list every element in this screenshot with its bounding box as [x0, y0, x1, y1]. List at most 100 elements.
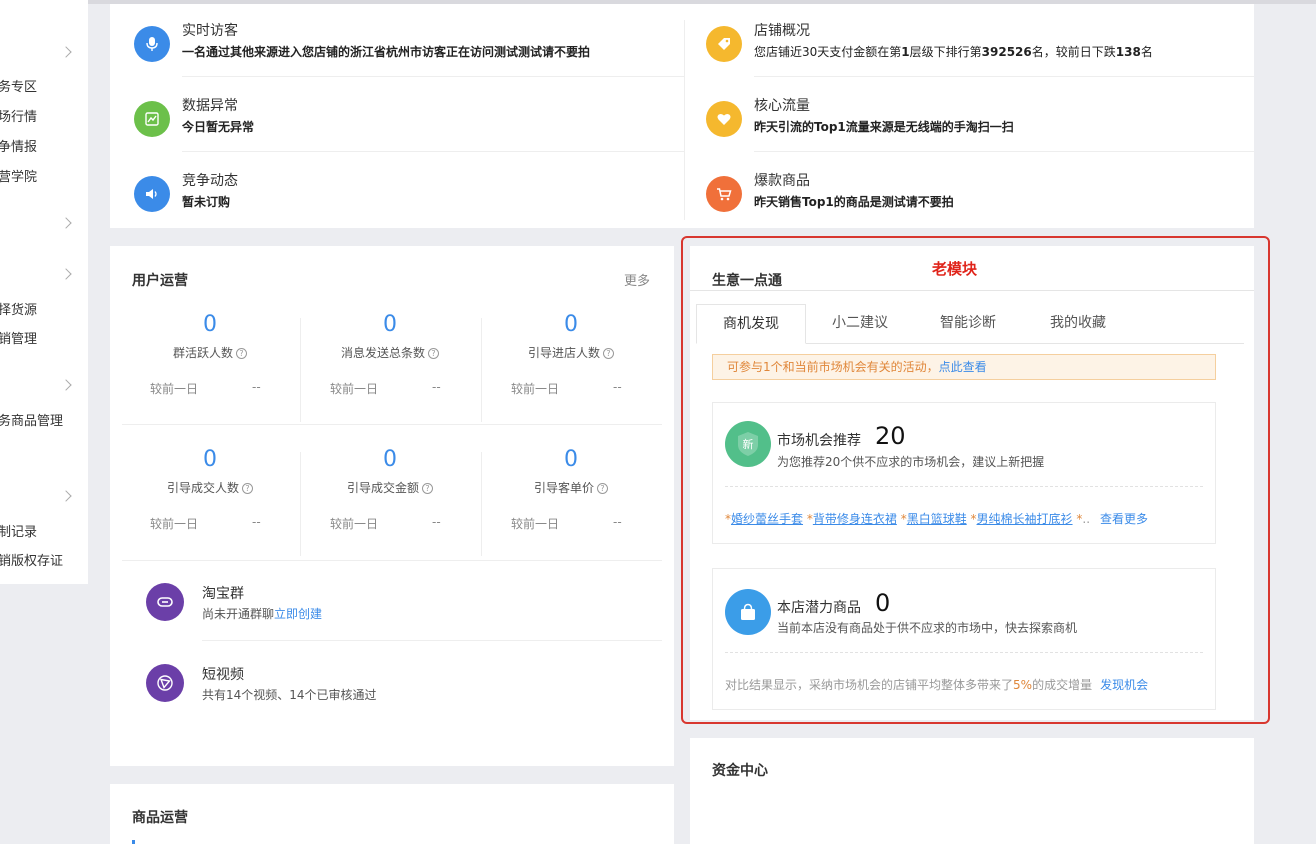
sidebar-item[interactable]: 场行情 — [0, 106, 37, 125]
notice-title: 爆款商品 — [754, 173, 810, 189]
notice-text-part: 您店铺近30天支付金额在第 — [754, 45, 902, 59]
notice-hot-product[interactable]: 爆款商品 昨天销售Top1的商品是测试请不要拍 — [706, 170, 1246, 242]
stat-label: 引导客单价? — [481, 479, 661, 496]
help-icon[interactable]: ? — [422, 483, 433, 494]
taobao-group[interactable]: 淘宝群 尚未开通群聊立即创建 — [146, 583, 646, 643]
chevron-right-icon[interactable] — [60, 46, 72, 58]
stat-guided-unit-price[interactable]: 0 引导客单价? 较前一日 -- — [481, 447, 661, 567]
short-video[interactable]: 短视频 共有14个视频、14个已审核通过 — [146, 664, 646, 724]
compare-label: 较前一日 — [511, 382, 560, 396]
compare-value: -- — [613, 380, 622, 394]
speaker-icon — [134, 176, 170, 212]
stat-label-text: 引导进店人数 — [527, 346, 600, 360]
stat-label: 引导成交人数? — [120, 479, 300, 496]
stat-messages-sent[interactable]: 0 消息发送总条数? 较前一日 -- — [300, 312, 480, 432]
sidebar-item[interactable]: 争情报 — [0, 136, 37, 155]
tag-icon — [706, 26, 742, 62]
feature-text-part: 尚未开通群聊 — [202, 607, 275, 621]
notice-data-anomaly[interactable]: 数据异常 今日暂无异常 — [134, 95, 674, 167]
stat-guided-buyers[interactable]: 0 引导成交人数? 较前一日 -- — [120, 447, 300, 567]
help-icon[interactable]: ? — [236, 348, 247, 359]
notice-text-bold: 1 — [901, 45, 910, 59]
compare-value: -- — [432, 515, 441, 529]
notice-realtime-visitor[interactable]: 实时访客 一名通过其他来源进入您店铺的浙江省杭州市访客正在访问测试测试请不要拍 — [134, 20, 674, 92]
notice-core-traffic[interactable]: 核心流量 昨天引流的Top1流量来源是无线端的手淘扫一扫 — [706, 95, 1246, 167]
help-icon[interactable]: ? — [603, 348, 614, 359]
stat-value: 0 — [564, 447, 578, 472]
chevron-right-icon[interactable] — [60, 490, 72, 502]
help-icon[interactable]: ? — [428, 348, 439, 359]
create-group-link[interactable]: 立即创建 — [274, 607, 322, 621]
stat-label-text: 群活跃人数 — [172, 346, 233, 360]
stat-label: 引导进店人数? — [481, 344, 661, 361]
stat-value: 0 — [383, 312, 397, 337]
chevron-right-icon[interactable] — [60, 268, 72, 280]
notice-title: 实时访客 — [182, 23, 238, 39]
help-icon[interactable]: ? — [597, 483, 608, 494]
stat-value: 0 — [203, 447, 217, 472]
compare-value: -- — [432, 380, 441, 394]
microphone-icon — [134, 26, 170, 62]
stat-guided-amount[interactable]: 0 引导成交金额? 较前一日 -- — [300, 447, 480, 567]
old-module-highlight — [681, 236, 1270, 724]
feature-title: 短视频 — [202, 667, 244, 683]
old-module-label: 老模块 — [932, 260, 978, 278]
chart-icon — [134, 101, 170, 137]
cart-icon — [706, 176, 742, 212]
list-marker — [132, 840, 135, 844]
stat-value: 0 — [383, 447, 397, 472]
notice-text: 暂未订购 — [182, 195, 231, 209]
notice-text: 今日暂无异常 — [182, 120, 255, 134]
stat-guided-visitors[interactable]: 0 引导进店人数? 较前一日 -- — [481, 312, 661, 432]
notice-text-bold: 138 — [1115, 45, 1141, 59]
section-title: 用户运营 — [132, 273, 188, 289]
section-title: 商品运营 — [132, 810, 188, 826]
chevron-right-icon[interactable] — [60, 379, 72, 391]
stat-label: 消息发送总条数? — [300, 344, 480, 361]
notice-text-part: 名，较前日下跌 — [1031, 45, 1116, 59]
stat-label-text: 引导成交金额 — [346, 481, 419, 495]
chat-link-icon — [146, 583, 184, 621]
notice-text: 一名通过其他来源进入您店铺的浙江省杭州市访客正在访问测试测试请不要拍 — [182, 45, 591, 59]
sidebar-item[interactable]: 制记录 — [0, 521, 37, 540]
compare-value: -- — [613, 515, 622, 529]
notice-competition[interactable]: 竞争动态 暂未订购 — [134, 170, 674, 242]
stat-value: 0 — [203, 312, 217, 337]
chevron-right-icon[interactable] — [60, 217, 72, 229]
stat-value: 0 — [564, 312, 578, 337]
feature-title: 淘宝群 — [202, 586, 244, 602]
stat-label-text: 引导客单价 — [533, 481, 594, 495]
sidebar-item[interactable]: 务商品管理 — [0, 410, 63, 429]
feature-text: 共有14个视频、14个已审核通过 — [202, 688, 377, 702]
stat-label-text: 引导成交人数 — [166, 481, 239, 495]
help-icon[interactable]: ? — [242, 483, 253, 494]
notice-text: 您店铺近30天支付金额在第1层级下排行第392526名，较前日下跌138名 — [754, 43, 1153, 60]
feature-text: 尚未开通群聊立即创建 — [202, 605, 322, 622]
notice-text: 昨天引流的Top1流量来源是无线端的手淘扫一扫 — [754, 120, 1014, 134]
compare-label: 较前一日 — [150, 517, 199, 531]
compare-label: 较前一日 — [330, 517, 379, 531]
notice-title: 数据异常 — [182, 98, 238, 114]
compare-value: -- — [252, 515, 261, 529]
compare-label: 较前一日 — [330, 382, 379, 396]
sidebar: 务专区 场行情 争情报 营学院 择货源 销管理 务商品管理 制记录 销版权存证 — [0, 0, 88, 584]
notice-text-bold: 392526 — [981, 45, 1032, 59]
heart-icon — [706, 101, 742, 137]
stat-group-active[interactable]: 0 群活跃人数? 较前一日 -- — [120, 312, 300, 432]
compare-label: 较前一日 — [150, 382, 199, 396]
notice-text-part: 名 — [1140, 45, 1153, 59]
sidebar-item[interactable]: 择货源 — [0, 299, 37, 318]
sidebar-item[interactable]: 销管理 — [0, 328, 37, 347]
more-link[interactable]: 更多 — [624, 270, 650, 289]
notice-store-overview[interactable]: 店铺概况 您店铺近30天支付金额在第1层级下排行第392526名，较前日下跌13… — [706, 20, 1246, 92]
notice-title: 店铺概况 — [754, 23, 810, 39]
stat-label-text: 消息发送总条数 — [340, 346, 425, 360]
section-title: 资金中心 — [712, 763, 768, 779]
compare-value: -- — [252, 380, 261, 394]
sidebar-item[interactable]: 营学院 — [0, 166, 37, 185]
notice-text-part: 层级下排行第 — [909, 45, 982, 59]
video-icon — [146, 664, 184, 702]
sidebar-item[interactable]: 务专区 — [0, 76, 37, 95]
stat-label: 引导成交金额? — [300, 479, 480, 496]
sidebar-item[interactable]: 销版权存证 — [0, 550, 63, 569]
